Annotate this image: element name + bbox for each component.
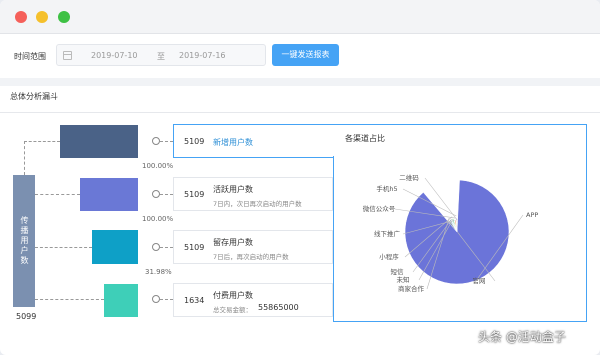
- pie-label-4: 短信: [391, 267, 405, 276]
- conversion-rate-3: 31.98%: [145, 268, 172, 276]
- stage-node-2: [152, 190, 160, 198]
- section-title: 总体分析漏斗: [10, 92, 58, 101]
- stat-number: 5109: [184, 243, 205, 252]
- stat-number: 5109: [184, 190, 205, 199]
- funnel-block-retained[interactable]: [92, 230, 138, 264]
- pie-label-5: 小程序: [379, 252, 399, 261]
- node-link-2: [160, 194, 173, 195]
- pie-slice-0[interactable]: [404, 179, 510, 285]
- pie-label-8: 手机h5: [376, 184, 397, 193]
- source-users-bar[interactable]: 传播用户数: [13, 175, 35, 307]
- time-range-label: 时间范围: [14, 52, 46, 61]
- stage-node-4: [152, 295, 160, 303]
- source-users-value: 5099: [16, 312, 37, 321]
- connector-stage-1: [24, 141, 60, 142]
- filter-toolbar: 时间范围 2019-07-10 至 2019-07-16 一键发送报表: [0, 34, 600, 78]
- channel-share-panel: 各渠道占比 APP 官网 商家合作 未知 短信 小程序 线下推广 微信公众号 手机h5 二维码: [333, 124, 587, 322]
- pie-label-6: 线下推广: [374, 229, 401, 238]
- stage-node-3: [152, 243, 160, 251]
- conversion-rate-1: 100.00%: [142, 162, 174, 170]
- stat-title: 付费用户数: [213, 291, 253, 300]
- conversion-rate-2: 100.00%: [142, 215, 174, 223]
- stat-number: 1634: [184, 296, 205, 305]
- send-report-button[interactable]: 一键发送报表: [272, 44, 339, 66]
- funnel-block-new[interactable]: [60, 125, 138, 158]
- watermark: 头条 @活动盒子: [478, 330, 566, 344]
- funnel-block-paid[interactable]: [104, 284, 138, 317]
- date-separator: 至: [157, 52, 165, 61]
- close-window-button[interactable]: [15, 11, 27, 23]
- panel-connector-left: [333, 156, 334, 322]
- stat-number: 5109: [184, 137, 205, 146]
- node-link-1: [160, 141, 173, 142]
- date-range-picker[interactable]: 2019-07-10 至 2019-07-16: [56, 44, 266, 66]
- stat-description: 7日内，次日再次启动的用户数: [213, 200, 302, 208]
- source-connector-vertical: [24, 141, 25, 175]
- channel-pie-chart: APP 官网商家合作未知短信 小程序 线下推广 微信公众号 手机h5二维码: [363, 173, 539, 293]
- pie-label-1: 官网: [473, 276, 486, 285]
- section-divider: [0, 112, 600, 113]
- separator-band: [0, 78, 600, 86]
- title-bar: [0, 0, 600, 34]
- maximize-window-button[interactable]: [58, 11, 70, 23]
- connector-stage-4: [35, 299, 104, 300]
- stage-node-1: [152, 137, 160, 145]
- total-amount-value: 55865000: [258, 303, 299, 312]
- funnel-block-active[interactable]: [80, 178, 138, 211]
- stat-card-paid-users[interactable]: 1634 付费用户数 总交易金额： 55865000: [173, 283, 333, 317]
- start-date[interactable]: 2019-07-10: [91, 51, 138, 60]
- stat-card-retained-users[interactable]: 5109 留存用户数 7日后，再次启动的用户数: [173, 230, 333, 264]
- stat-description: 7日后，再次启动的用户数: [213, 253, 289, 261]
- calendar-icon: [63, 51, 72, 60]
- minimize-window-button[interactable]: [36, 11, 48, 23]
- stat-title: 留存用户数: [213, 238, 253, 247]
- stat-card-active-users[interactable]: 5109 活跃用户数 7日内，次日再次启动的用户数: [173, 177, 333, 211]
- node-link-4: [160, 299, 173, 300]
- pie-label-0: APP: [526, 211, 538, 219]
- end-date[interactable]: 2019-07-16: [179, 51, 226, 60]
- pie-label-2: 商家合作: [398, 284, 425, 293]
- stat-title: 活跃用户数: [213, 185, 253, 194]
- pie-label-3: 未知: [397, 275, 410, 284]
- app-window: 时间范围 2019-07-10 至 2019-07-16 一键发送报表 总体分析…: [0, 0, 600, 355]
- stat-title: 新增用户数: [213, 138, 253, 147]
- connector-stage-3: [35, 247, 92, 248]
- stat-description: 总交易金额：: [213, 306, 252, 314]
- source-users-label: 传播用户数: [20, 216, 29, 266]
- stat-card-new-users[interactable]: 5109 新增用户数: [173, 124, 333, 158]
- connector-stage-2: [35, 194, 80, 195]
- panel-connector-top: [173, 124, 333, 125]
- pie-label-7: 微信公众号: [363, 204, 396, 213]
- pie-label-9: 二维码: [399, 173, 419, 182]
- node-link-3: [160, 247, 173, 248]
